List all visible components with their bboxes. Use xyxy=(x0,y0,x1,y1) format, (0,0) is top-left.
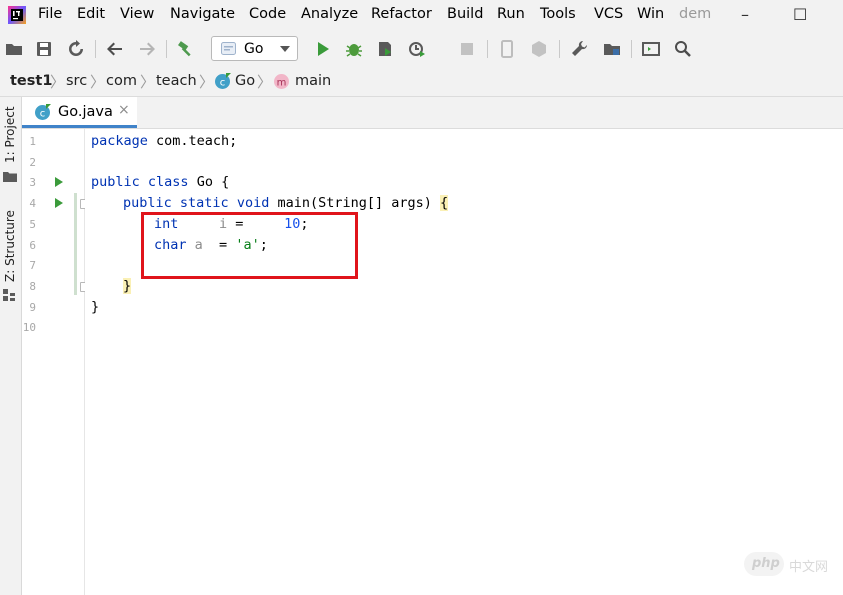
breadcrumb-separator: 〉 xyxy=(140,73,156,91)
search-icon[interactable] xyxy=(674,40,692,58)
method-icon: m xyxy=(274,74,289,89)
menu-edit[interactable]: Edit xyxy=(77,6,105,22)
line-number: 4 xyxy=(29,197,36,210)
window-title-project: dem xyxy=(679,6,712,22)
breadcrumb-src[interactable]: src xyxy=(66,73,87,89)
vcs-change-marker xyxy=(74,193,77,295)
back-arrow-icon[interactable] xyxy=(106,40,124,58)
line-number: 2 xyxy=(29,156,36,169)
breadcrumb-method-main[interactable]: main xyxy=(295,73,331,89)
debug-icon[interactable] xyxy=(345,40,363,58)
code-line-4: public static void main(String[] args) { xyxy=(123,195,449,211)
watermark-logo-text: php xyxy=(752,556,780,571)
tab-label: Go.java xyxy=(58,104,113,120)
annotation-highlight-box xyxy=(141,212,358,279)
menu-file[interactable]: File xyxy=(38,6,62,22)
line-number: 10 xyxy=(22,321,36,334)
config-icon xyxy=(221,42,236,55)
run-config-label: Go xyxy=(244,41,264,57)
menu-tools[interactable]: Tools xyxy=(540,6,576,22)
code-line-8: } xyxy=(123,278,132,294)
run-configuration-select[interactable]: Go xyxy=(211,36,298,61)
main-toolbar: Go xyxy=(0,31,843,82)
sync-icon[interactable] xyxy=(67,40,85,58)
project-structure-icon[interactable] xyxy=(603,40,621,58)
editor-tab-bar: c Go.java × xyxy=(22,97,843,129)
line-number: 9 xyxy=(29,301,36,314)
wrench-settings-icon[interactable] xyxy=(570,40,588,58)
breadcrumb-separator: 〉 xyxy=(50,73,66,91)
code-line-1: package com.teach; xyxy=(91,133,238,149)
line-number: 1 xyxy=(29,135,36,148)
code-line-3: public class Go { xyxy=(91,174,230,190)
menu-refactor[interactable]: Refactor xyxy=(371,6,432,22)
device-icon[interactable] xyxy=(498,40,516,58)
hammer-build-icon[interactable] xyxy=(177,40,195,58)
terminal-icon[interactable] xyxy=(642,40,660,58)
watermark-site-text: 中文网 xyxy=(789,560,829,575)
stop-icon[interactable] xyxy=(458,40,476,58)
forward-arrow-icon[interactable] xyxy=(138,40,156,58)
breadcrumb-separator: 〉 xyxy=(257,73,273,91)
run-class-gutter-icon[interactable] xyxy=(55,177,63,187)
java-class-icon: c xyxy=(215,73,231,89)
breadcrumb-class-go[interactable]: Go xyxy=(235,73,255,89)
minimize-button[interactable]: – xyxy=(741,5,749,24)
code-line-9: } xyxy=(91,299,100,315)
chevron-down-icon xyxy=(280,46,290,52)
coverage-icon[interactable] xyxy=(376,40,394,58)
line-number: 5 xyxy=(29,218,36,231)
tab-go-java[interactable]: c Go.java × xyxy=(22,97,137,128)
left-tool-window-strip: 1: Project Z: Structure xyxy=(0,97,22,595)
menu-build[interactable]: Build xyxy=(447,6,483,22)
menu-analyze[interactable]: Analyze xyxy=(301,6,358,22)
line-number: 8 xyxy=(29,280,36,293)
close-icon[interactable]: × xyxy=(118,102,130,118)
breadcrumb-project[interactable]: test1 xyxy=(10,73,52,89)
svg-text:c: c xyxy=(220,78,226,89)
line-number: 6 xyxy=(29,239,36,252)
line-number: 3 xyxy=(29,176,36,189)
svg-text:c: c xyxy=(40,109,46,120)
save-icon[interactable] xyxy=(35,40,53,58)
menu-navigate[interactable]: Navigate xyxy=(170,6,235,22)
profile-icon[interactable] xyxy=(408,40,426,58)
menu-view[interactable]: View xyxy=(120,6,154,22)
open-folder-icon[interactable] xyxy=(5,40,23,58)
menu-run[interactable]: Run xyxy=(497,6,525,22)
run-method-gutter-icon[interactable] xyxy=(55,198,63,208)
breadcrumb: test1 〉 src 〉 com 〉 teach 〉 c Go 〉 m mai… xyxy=(0,67,843,97)
java-class-icon: c xyxy=(35,104,51,120)
menu-vcs[interactable]: VCS xyxy=(594,6,623,22)
breadcrumb-com[interactable]: com xyxy=(106,73,137,89)
breadcrumb-separator: 〉 xyxy=(199,73,215,91)
menu-code[interactable]: Code xyxy=(249,6,286,22)
breadcrumb-separator: 〉 xyxy=(90,73,106,91)
line-number: 7 xyxy=(29,259,36,272)
sdk-icon[interactable] xyxy=(530,40,548,58)
breadcrumb-teach[interactable]: teach xyxy=(156,73,197,89)
run-icon[interactable] xyxy=(314,40,332,58)
menu-window[interactable]: Win xyxy=(637,6,664,22)
svg-text:m: m xyxy=(277,78,287,89)
maximize-button[interactable]: ☐ xyxy=(793,5,807,24)
menu-bar: File Edit View Navigate Code Analyze Ref… xyxy=(0,0,843,31)
intellij-logo-icon[interactable] xyxy=(8,6,26,24)
